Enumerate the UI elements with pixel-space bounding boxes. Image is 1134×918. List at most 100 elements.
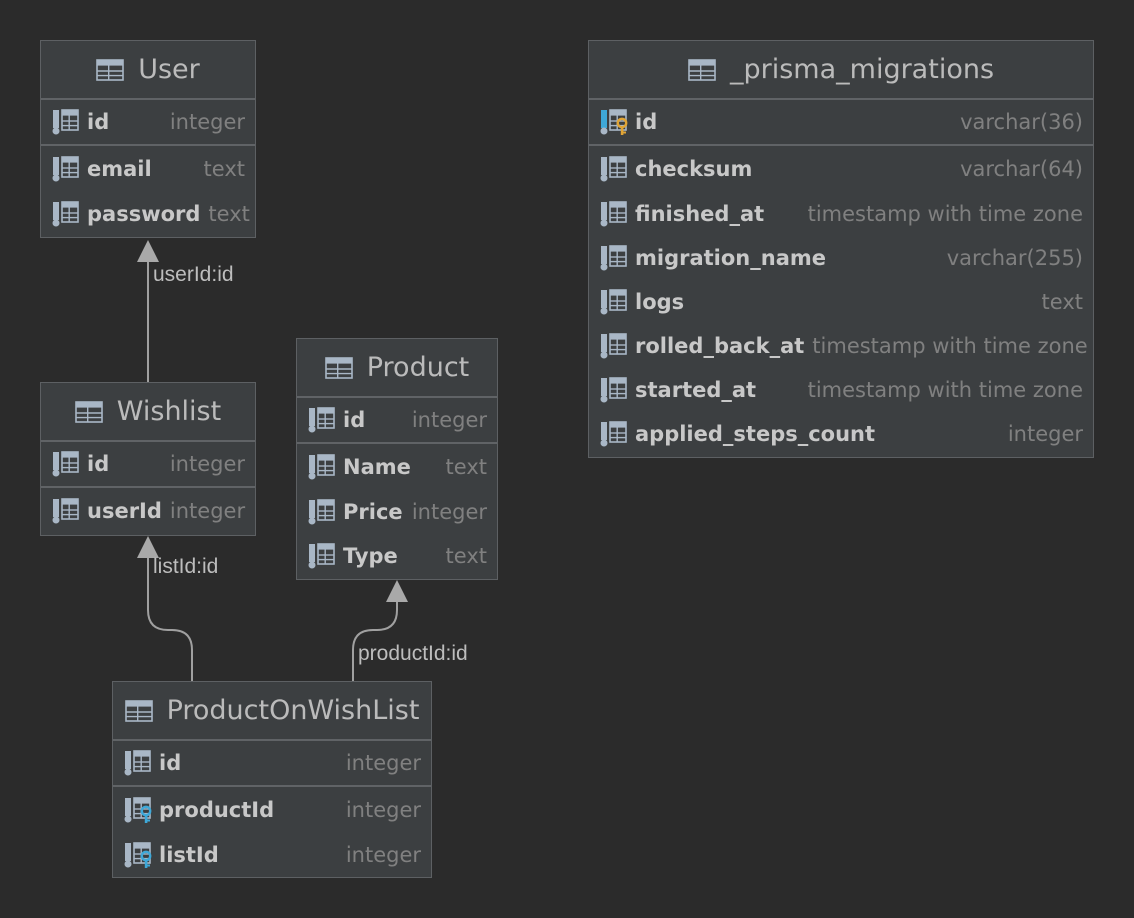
column-row[interactable]: started_at timestamp with time zone xyxy=(589,368,1093,412)
column-row[interactable]: id integer xyxy=(297,398,497,444)
arrowhead-product xyxy=(386,580,408,602)
table-title: User xyxy=(138,54,200,85)
table-icon xyxy=(96,58,125,81)
column-type: text xyxy=(203,157,245,181)
column-name: listId xyxy=(159,843,219,867)
column-row[interactable]: userId integer xyxy=(41,488,255,534)
column-row[interactable]: logs text xyxy=(589,280,1093,324)
column-name: Type xyxy=(343,544,398,568)
column-type: integer xyxy=(169,499,246,523)
column-row[interactable]: Price integer xyxy=(297,490,497,534)
column-name: applied_steps_count xyxy=(635,422,876,446)
column-row[interactable]: Name text xyxy=(297,444,497,490)
foreign-key-column-icon xyxy=(123,841,153,869)
column-type: text xyxy=(1041,290,1083,314)
column-icon xyxy=(599,332,629,360)
column-type: timestamp with time zone xyxy=(807,378,1083,402)
column-name: migration_name xyxy=(635,246,826,270)
table-prisma-migrations[interactable]: _prisma_migrations id varchar(36) checksum… xyxy=(588,40,1094,458)
column-name: id xyxy=(87,452,110,476)
column-name: productId xyxy=(159,798,275,822)
column-icon xyxy=(599,420,629,448)
column-type: varchar(255) xyxy=(946,246,1083,270)
column-row[interactable]: password text xyxy=(41,192,255,236)
table-header: _prisma_migrations xyxy=(589,41,1093,100)
column-type: integer xyxy=(169,452,245,476)
column-row[interactable]: finished_at timestamp with time zone xyxy=(589,192,1093,236)
arrowhead-user xyxy=(137,240,159,262)
column-row[interactable]: listId integer xyxy=(113,833,431,877)
column-name: id xyxy=(87,110,110,134)
relation-label: productId:id xyxy=(358,642,468,665)
column-type: integer xyxy=(345,798,421,822)
table-header: Product xyxy=(297,339,497,398)
relation-label: listId:id xyxy=(153,555,219,578)
column-type: timestamp with time zone xyxy=(807,202,1083,226)
column-icon xyxy=(51,200,81,228)
column-list: id integer userId integer xyxy=(41,442,255,534)
column-list: id integer Name text Price integer Type text xyxy=(297,398,497,578)
column-name: finished_at xyxy=(635,202,765,226)
column-type: integer xyxy=(345,751,421,775)
table-title: Wishlist xyxy=(116,396,222,427)
column-row[interactable]: checksum varchar(64) xyxy=(589,146,1093,192)
column-row[interactable]: id integer xyxy=(113,741,431,787)
column-row[interactable]: id integer xyxy=(41,100,255,146)
column-row[interactable]: Type text xyxy=(297,534,497,578)
primary-key-column-icon xyxy=(599,108,629,136)
table-title: _prisma_migrations xyxy=(729,54,995,85)
table-user[interactable]: User id integer email text password text xyxy=(40,40,256,238)
column-name: checksum xyxy=(635,157,753,181)
column-name: Name xyxy=(343,455,411,479)
table-title: ProductOnWishList xyxy=(166,695,420,726)
column-type: text xyxy=(445,544,487,568)
column-type: integer xyxy=(169,110,245,134)
table-wishlist[interactable]: Wishlist id integer userId integer xyxy=(40,382,256,536)
column-name: rolled_back_at xyxy=(635,334,805,358)
column-type: text xyxy=(445,455,487,479)
table-header: User xyxy=(41,41,255,100)
column-list: id integer productId integer listId integer xyxy=(113,741,431,877)
table-product-on-wishlist[interactable]: ProductOnWishList id integer productId inte… xyxy=(112,681,432,878)
column-icon xyxy=(51,108,81,136)
table-title: Product xyxy=(366,352,470,383)
table-icon xyxy=(688,58,716,81)
column-row[interactable]: id varchar(36) xyxy=(589,100,1093,146)
column-icon xyxy=(599,288,629,316)
diagram-canvas: userId:id listId:id productId:id User id… xyxy=(0,0,1134,918)
column-row[interactable]: email text xyxy=(41,146,255,192)
table-icon xyxy=(324,356,353,379)
column-list: id integer email text password text xyxy=(41,100,255,236)
table-icon xyxy=(74,400,103,423)
relation-label: userId:id xyxy=(153,263,234,286)
column-name: id xyxy=(343,408,366,432)
column-row[interactable]: id integer xyxy=(41,442,255,488)
column-type: integer xyxy=(345,843,421,867)
column-type: varchar(64) xyxy=(960,157,1083,181)
table-icon xyxy=(124,699,153,722)
table-header: ProductOnWishList xyxy=(113,682,431,741)
column-name: userId xyxy=(87,499,162,523)
column-row[interactable]: rolled_back_at timestamp with time zone xyxy=(589,324,1093,368)
column-icon xyxy=(51,450,81,478)
column-icon xyxy=(51,497,81,525)
column-type: integer xyxy=(411,500,487,524)
column-name: email xyxy=(87,157,152,181)
column-icon xyxy=(599,376,629,404)
table-product[interactable]: Product id integer Name text Price integer Typ… xyxy=(296,338,498,580)
column-icon xyxy=(307,542,337,570)
column-name: logs xyxy=(635,290,685,314)
column-type: integer xyxy=(411,408,487,432)
column-row[interactable]: applied_steps_count integer xyxy=(589,412,1093,456)
column-name: id xyxy=(635,110,658,134)
column-name: password xyxy=(87,202,201,226)
column-type: text xyxy=(208,202,250,226)
column-row[interactable]: migration_name varchar(255) xyxy=(589,236,1093,280)
column-row[interactable]: productId integer xyxy=(113,787,431,833)
column-icon xyxy=(599,200,629,228)
column-type: varchar(36) xyxy=(960,110,1083,134)
column-icon xyxy=(307,498,337,526)
column-icon xyxy=(307,453,337,481)
column-type: timestamp with time zone xyxy=(812,334,1088,358)
column-icon xyxy=(599,155,629,183)
